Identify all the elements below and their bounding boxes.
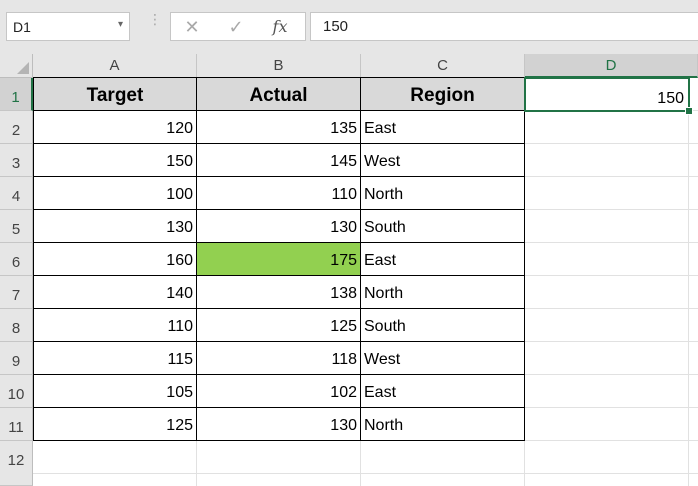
row-header-12[interactable]: 12 [0,441,33,486]
cell-b7[interactable]: 138 [197,276,361,309]
row-header-8[interactable]: 8 [0,309,33,342]
row-header-7[interactable]: 7 [0,276,33,309]
cell-c7[interactable]: North [361,276,525,309]
cell-c8[interactable]: South [361,309,525,342]
cell-c3[interactable]: West [361,144,525,177]
fill-handle[interactable] [685,107,693,115]
row-header-1[interactable]: 1 [0,78,33,111]
active-cell-d1[interactable]: 150 [524,77,690,112]
cell-c10[interactable]: East [361,375,525,408]
column-header-a[interactable]: A [33,54,197,78]
formula-text: 150 [323,18,349,35]
cell-a9[interactable]: 115 [33,342,197,375]
name-box-value: D1 [13,19,31,35]
cell-b10[interactable]: 102 [197,375,361,408]
header-cell-b1[interactable]: Actual [197,78,361,111]
header-cell-a1[interactable]: Target [33,78,197,111]
row-header-10[interactable]: 10 [0,375,33,408]
row-header-2[interactable]: 2 [0,111,33,144]
cell-b4[interactable]: 110 [197,177,361,210]
row-header-5[interactable]: 5 [0,210,33,243]
select-all-button[interactable] [0,54,33,78]
cell-a4[interactable]: 100 [33,177,197,210]
formula-input[interactable]: 150 [310,12,698,41]
cell-a11[interactable]: 125 [33,408,197,441]
cell-b5[interactable]: 130 [197,210,361,243]
cell-a6[interactable]: 160 [33,243,197,276]
cell-c9[interactable]: West [361,342,525,375]
cell-b11[interactable]: 130 [197,408,361,441]
cell-a8[interactable]: 110 [33,309,197,342]
formula-bar: D1 ▾ ⋮ ✕ ✓ fx 150 [0,0,698,54]
grip-icon[interactable]: ⋮ [148,12,162,38]
cancel-icon[interactable]: ✕ [179,17,205,37]
cell-b2[interactable]: 135 [197,111,361,144]
cell-c2[interactable]: East [361,111,525,144]
column-header-c[interactable]: C [361,54,525,78]
cell-b8[interactable]: 125 [197,309,361,342]
cell-c11[interactable]: North [361,408,525,441]
column-header-d[interactable]: D [525,54,698,78]
cell-b9[interactable]: 118 [197,342,361,375]
table-top-border [33,77,525,78]
select-all-triangle-icon [17,62,29,74]
row-header-9[interactable]: 9 [0,342,33,375]
row-header-11[interactable]: 11 [0,408,33,441]
cell-a5[interactable]: 130 [33,210,197,243]
chevron-down-icon[interactable]: ▾ [118,19,123,30]
cell-b6[interactable]: 175 [197,243,361,276]
cell-c5[interactable]: South [361,210,525,243]
name-box[interactable]: D1 ▾ [6,12,130,41]
cell-c4[interactable]: North [361,177,525,210]
insert-function-button[interactable]: fx [267,17,293,37]
header-cell-c1[interactable]: Region [361,78,525,111]
cell-c6[interactable]: East [361,243,525,276]
row-header-4[interactable]: 4 [0,177,33,210]
row-header-3[interactable]: 3 [0,144,33,177]
cell-a2[interactable]: 120 [33,111,197,144]
enter-icon[interactable]: ✓ [223,17,249,37]
formula-buttons: ✕ ✓ fx [170,12,306,41]
column-header-b[interactable]: B [197,54,361,78]
cell-b3[interactable]: 145 [197,144,361,177]
cell-a3[interactable]: 150 [33,144,197,177]
row-header-6[interactable]: 6 [0,243,33,276]
cell-a10[interactable]: 105 [33,375,197,408]
cell-a7[interactable]: 140 [33,276,197,309]
